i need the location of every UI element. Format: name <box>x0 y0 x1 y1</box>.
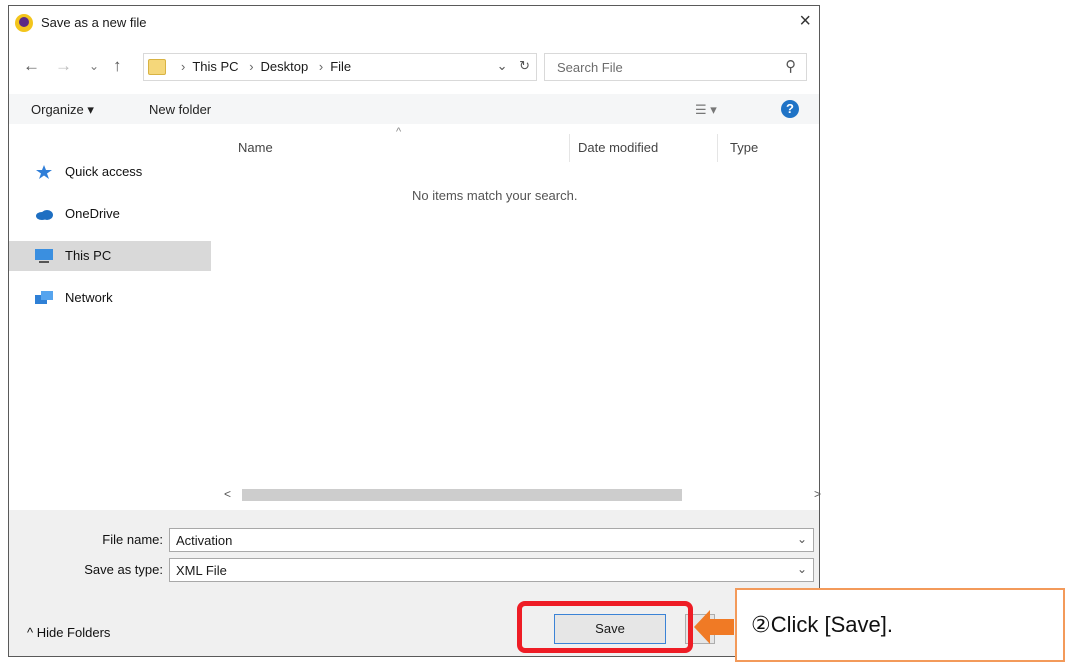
navigation-bar: ← → ⌄ ↑ › This PC › Desktop › File ⌄ ↻ Sear… <box>9 50 819 84</box>
column-divider <box>569 134 570 162</box>
sidebar-item-label: Network <box>65 290 113 305</box>
column-header-name[interactable]: Name <box>238 140 273 155</box>
monitor-icon <box>35 249 53 263</box>
file-name-field[interactable]: Activation ⌄ <box>169 528 814 552</box>
callout-text: ②Click [Save]. <box>751 612 893 637</box>
breadcrumb-separator: › <box>318 59 324 74</box>
help-icon[interactable]: ? <box>781 100 799 118</box>
breadcrumb: › This PC › Desktop › File <box>174 59 351 74</box>
file-name-value: Activation <box>176 533 233 548</box>
search-placeholder: Search File <box>557 60 623 75</box>
file-name-label: File name: <box>102 532 163 547</box>
view-options-icon[interactable]: ☰ ▾ <box>695 102 717 118</box>
save-as-type-select[interactable]: XML File ⌄ <box>169 558 814 582</box>
sidebar-item-label: This PC <box>65 248 112 263</box>
empty-message: No items match your search. <box>412 188 578 203</box>
address-bar[interactable]: › This PC › Desktop › File ⌄ ↻ <box>143 53 537 81</box>
up-arrow-icon[interactable]: ↑ <box>113 56 122 76</box>
dialog-title: Save as a new file <box>41 15 147 30</box>
command-toolbar: Organize ▾ New folder ☰ ▾ ? <box>9 94 819 124</box>
save-as-type-label: Save as type: <box>84 562 163 577</box>
save-dialog: Save as a new file × ← → ⌄ ↑ › This PC › D… <box>8 5 821 657</box>
sidebar-item-network[interactable]: Network <box>9 283 211 313</box>
sidebar-item-this-pc[interactable]: This PC <box>9 241 211 271</box>
sidebar-item-quick-access[interactable]: Quick access <box>9 157 211 187</box>
organize-menu[interactable]: Organize ▾ <box>31 102 94 118</box>
scroll-right-icon[interactable]: > <box>814 487 821 501</box>
breadcrumb-separator: › <box>249 59 254 74</box>
cloud-icon <box>36 210 53 220</box>
sidebar-item-label: Quick access <box>65 164 143 179</box>
star-icon <box>36 165 52 179</box>
recent-locations-icon[interactable]: ⌄ <box>89 59 99 73</box>
sidebar-item-label: OneDrive <box>65 206 120 221</box>
refresh-icon[interactable]: ↻ <box>519 58 530 73</box>
back-arrow-icon[interactable]: ← <box>23 56 40 76</box>
sidebar-item-onedrive[interactable]: OneDrive <box>9 199 211 229</box>
breadcrumb-separator: › <box>181 59 186 74</box>
horizontal-scrollbar[interactable]: < > <box>222 487 821 503</box>
address-controls: ⌄ ↻ <box>497 58 530 74</box>
column-divider <box>717 134 718 162</box>
app-icon <box>15 14 33 32</box>
sort-indicator-icon: ^ <box>396 126 402 138</box>
search-icon[interactable]: ⚲ <box>785 57 796 75</box>
column-header-type[interactable]: Type <box>730 140 758 155</box>
forward-arrow-icon[interactable]: → <box>55 56 72 76</box>
breadcrumb-this-pc[interactable]: This PC <box>192 59 238 74</box>
scrollbar-thumb[interactable] <box>242 489 682 501</box>
title-bar: Save as a new file × <box>9 6 819 40</box>
left-arrow-icon <box>694 610 734 644</box>
search-input[interactable]: Search File ⚲ <box>544 53 807 81</box>
instruction-callout: ②Click [Save]. <box>735 588 1065 662</box>
chevron-down-icon[interactable]: ⌄ <box>797 562 807 576</box>
close-icon[interactable]: × <box>799 10 811 33</box>
breadcrumb-file[interactable]: File <box>330 59 351 74</box>
file-list[interactable]: ^ Name Date modified Type No items match… <box>212 124 821 509</box>
breadcrumb-desktop[interactable]: Desktop <box>261 59 309 74</box>
column-header-date-modified[interactable]: Date modified <box>578 140 658 155</box>
hide-folders-button[interactable]: ^ Hide Folders <box>27 625 110 640</box>
network-icon <box>35 291 53 304</box>
new-folder-button[interactable]: New folder <box>149 102 211 117</box>
save-button-highlight <box>517 601 693 653</box>
address-dropdown-icon[interactable]: ⌄ <box>497 58 508 73</box>
folder-icon <box>148 59 166 75</box>
save-as-type-value: XML File <box>176 563 227 578</box>
navigation-pane: Quick access OneDrive This PC Network <box>9 124 212 509</box>
chevron-down-icon[interactable]: ⌄ <box>797 532 807 546</box>
scroll-left-icon[interactable]: < <box>224 487 231 501</box>
